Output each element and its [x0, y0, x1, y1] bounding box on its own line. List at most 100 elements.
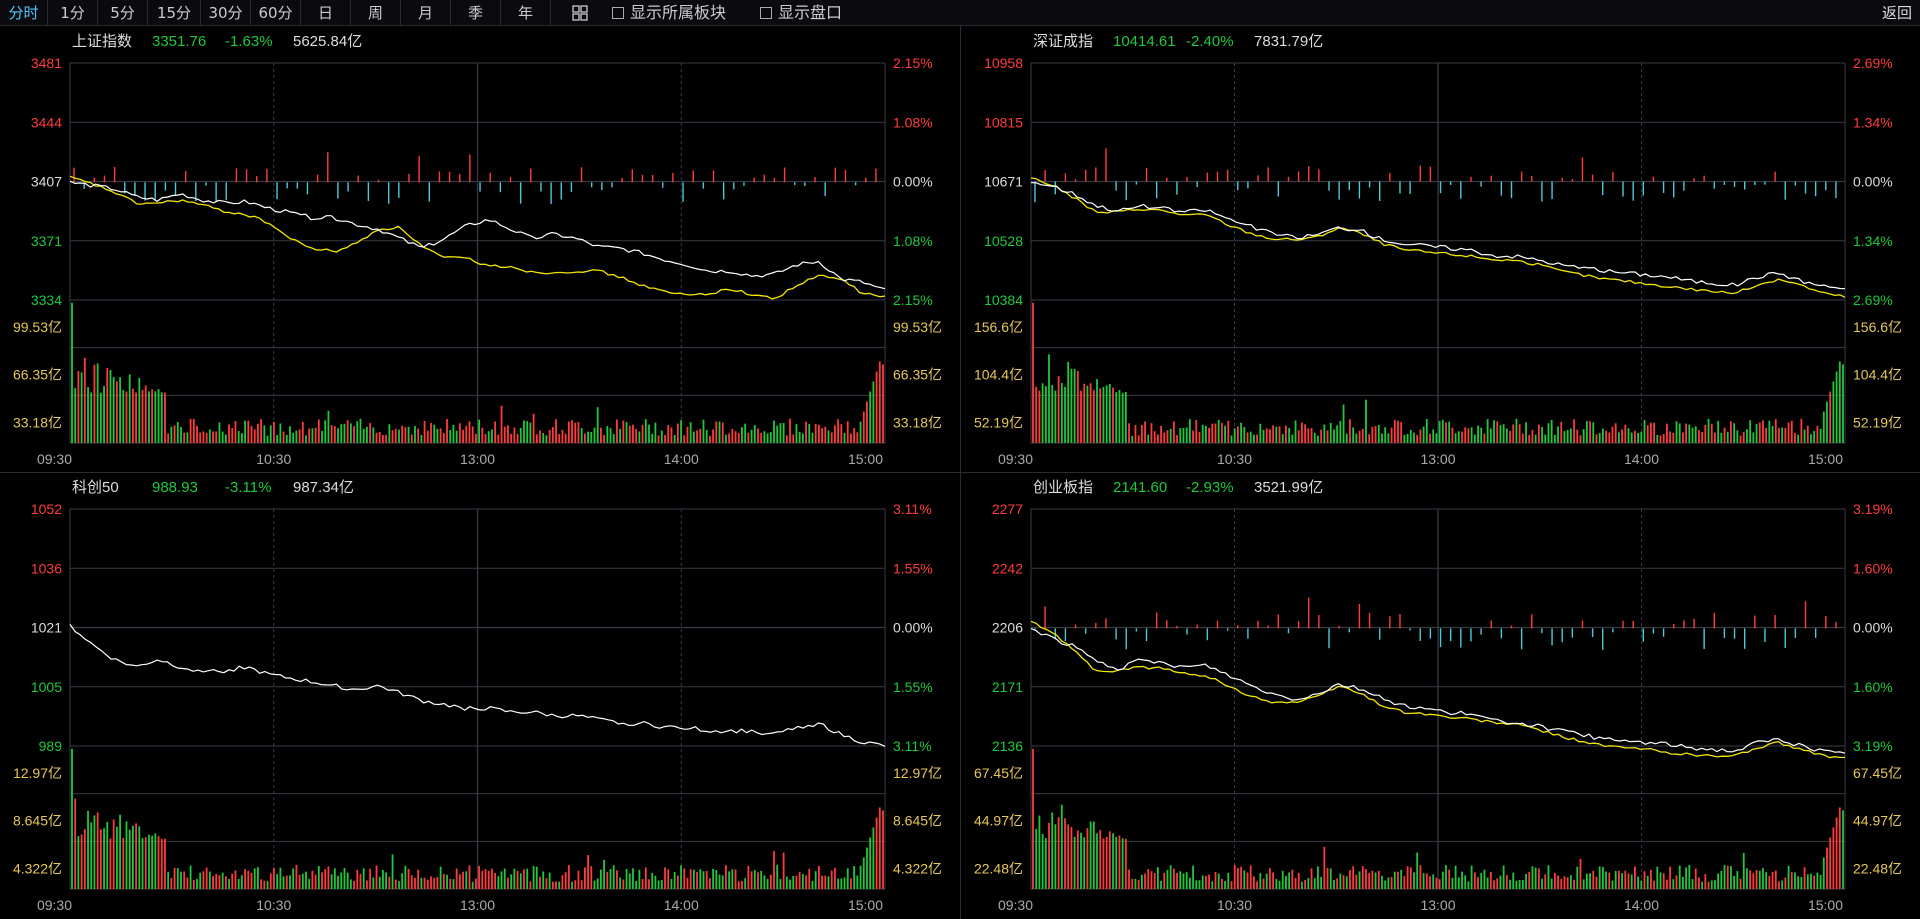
y-axis-pct-label: 3.11% [893, 501, 932, 517]
tab-month[interactable]: 月 [401, 0, 451, 26]
y-axis-label: 2242 [992, 560, 1023, 576]
vol-axis-label-right: 8.645亿 [893, 813, 942, 829]
y-axis-label: 3407 [31, 174, 62, 190]
checkbox-icon [760, 7, 772, 19]
y-axis-pct-label: 0.00% [1853, 620, 1893, 636]
show-sector-checkbox[interactable]: 显示所属板块 [612, 0, 726, 26]
y-axis-pct-label: 1.55% [893, 560, 933, 576]
period-toolbar: 分时 1分 5分 15分 30分 60分 日 周 月 季 年 显示所属板块 显示… [0, 0, 1920, 26]
y-axis-pct-label: 2.15% [893, 55, 933, 71]
y-axis-pct-label: 0.00% [893, 174, 933, 190]
time-axis-label: 14:00 [1624, 451, 1659, 467]
vol-axis-label: 104.4亿 [974, 367, 1023, 383]
vol-axis-label: 66.35亿 [13, 367, 62, 383]
show-sector-label: 显示所属板块 [630, 3, 727, 22]
tab-intraday[interactable]: 分时 [0, 0, 48, 26]
tab-30min[interactable]: 30分 [201, 0, 251, 26]
index-turnover: 7831.79亿 [1254, 33, 1323, 50]
show-orderbook-checkbox[interactable]: 显示盘口 [760, 0, 842, 26]
tab-quarter[interactable]: 季 [451, 0, 501, 26]
y-axis-label: 10671 [984, 174, 1023, 190]
index-name: 科创50 [72, 479, 119, 496]
time-axis-label: 13:00 [460, 451, 495, 467]
y-axis-pct-label: 1.55% [893, 679, 933, 695]
index-panel-shenzhen[interactable]: 深证成指 10414.61 -2.40% 7831.79亿 10958 2.69% 1081… [961, 27, 1920, 472]
time-axis-label: 15:00 [1808, 897, 1843, 913]
vol-axis-label: 44.97亿 [974, 813, 1023, 829]
vol-axis-label: 4.322亿 [13, 860, 62, 876]
tab-1min[interactable]: 1分 [48, 0, 98, 26]
vol-axis-label-right: 4.322亿 [893, 860, 942, 876]
y-axis-pct-label: 3.19% [1853, 501, 1893, 517]
y-axis-pct-label: 1.08% [893, 114, 933, 130]
y-axis-label: 2277 [992, 501, 1023, 517]
y-axis-label: 2136 [992, 738, 1023, 754]
vol-axis-label-right: 104.4亿 [1853, 367, 1902, 383]
index-panel-chinext[interactable]: 创业板指 2141.60 -2.93% 3521.99亿 2277 3.19% 2242 1.… [961, 473, 1920, 919]
index-turnover: 5625.84亿 [293, 33, 362, 50]
tab-day[interactable]: 日 [301, 0, 351, 26]
index-change: -2.93% [1186, 479, 1234, 496]
time-axis-label: 10:30 [256, 897, 291, 913]
y-axis-label: 1036 [31, 560, 62, 576]
y-axis-pct-label: 1.34% [1853, 114, 1893, 130]
time-axis-label: 09:30 [998, 897, 1033, 913]
time-axis-label: 13:00 [1420, 451, 1455, 467]
y-axis-pct-label: 2.69% [1853, 292, 1893, 308]
y-axis-label: 989 [39, 738, 63, 754]
index-name: 深证成指 [1033, 33, 1093, 50]
y-axis-pct-label: 1.34% [1853, 233, 1893, 249]
time-axis-label: 15:00 [848, 897, 883, 913]
vol-axis-label: 8.645亿 [13, 813, 62, 829]
index-price: 3351.76 [152, 33, 206, 50]
vol-axis-label-right: 67.45亿 [1853, 765, 1902, 781]
y-axis-label: 2206 [992, 620, 1023, 636]
vol-axis-label: 67.45亿 [974, 765, 1023, 781]
tab-5min[interactable]: 5分 [98, 0, 148, 26]
time-axis-label: 15:00 [1808, 451, 1843, 467]
time-axis-label: 13:00 [1420, 897, 1455, 913]
vol-axis-label: 156.6亿 [974, 319, 1023, 335]
index-turnover: 3521.99亿 [1254, 479, 1323, 496]
y-axis-label: 1052 [31, 501, 62, 517]
y-axis-label: 2171 [992, 679, 1023, 695]
vol-axis-label: 22.48亿 [974, 860, 1023, 876]
vol-axis-label: 99.53亿 [13, 319, 62, 335]
index-change: -1.63% [225, 33, 273, 50]
vol-axis-label: 52.19亿 [974, 414, 1023, 430]
index-change: -2.40% [1186, 33, 1234, 50]
vol-axis-label-right: 12.97亿 [893, 765, 942, 781]
time-axis-label: 14:00 [1624, 897, 1659, 913]
back-button[interactable]: 返回 [1882, 0, 1912, 26]
time-axis-label: 09:30 [998, 451, 1033, 467]
tab-week[interactable]: 周 [351, 0, 401, 26]
tab-year[interactable]: 年 [501, 0, 551, 26]
index-price: 2141.60 [1113, 479, 1167, 496]
y-axis-pct-label: 0.00% [893, 620, 933, 636]
tab-15min[interactable]: 15分 [148, 0, 201, 26]
y-axis-label: 10384 [984, 292, 1023, 308]
index-panel-shanghai[interactable]: 上证指数 3351.76 -1.63% 5625.84亿 3481 2.15% 3444 1.… [0, 27, 960, 472]
y-axis-label: 3444 [31, 114, 62, 130]
y-axis-pct-label: 1.08% [893, 233, 933, 249]
grid-layout-icon[interactable] [572, 5, 588, 21]
index-panel-star50[interactable]: 科创50 988.93 -3.11% 987.34亿 1052 3.11% 1036 1.55… [0, 473, 960, 919]
tab-60min[interactable]: 60分 [251, 0, 301, 26]
vol-axis-label: 12.97亿 [13, 765, 62, 781]
y-axis-pct-label: 3.19% [1853, 738, 1893, 754]
time-axis-label: 15:00 [848, 451, 883, 467]
show-orderbook-label: 显示盘口 [778, 3, 843, 22]
index-price: 10414.61 [1113, 33, 1176, 50]
time-axis-label: 10:30 [256, 451, 291, 467]
y-axis-label: 3371 [31, 233, 62, 249]
y-axis-pct-label: 2.69% [1853, 55, 1893, 71]
index-name: 创业板指 [1033, 478, 1093, 496]
y-axis-pct-label: 3.11% [893, 738, 932, 754]
time-axis-label: 09:30 [37, 897, 72, 913]
y-axis-label: 1005 [31, 679, 62, 695]
y-axis-pct-label: 0.00% [1853, 174, 1893, 190]
time-axis-label: 14:00 [664, 451, 699, 467]
vol-axis-label-right: 22.48亿 [1853, 860, 1902, 876]
time-axis-label: 10:30 [1217, 451, 1252, 467]
vol-axis-label-right: 66.35亿 [893, 367, 942, 383]
